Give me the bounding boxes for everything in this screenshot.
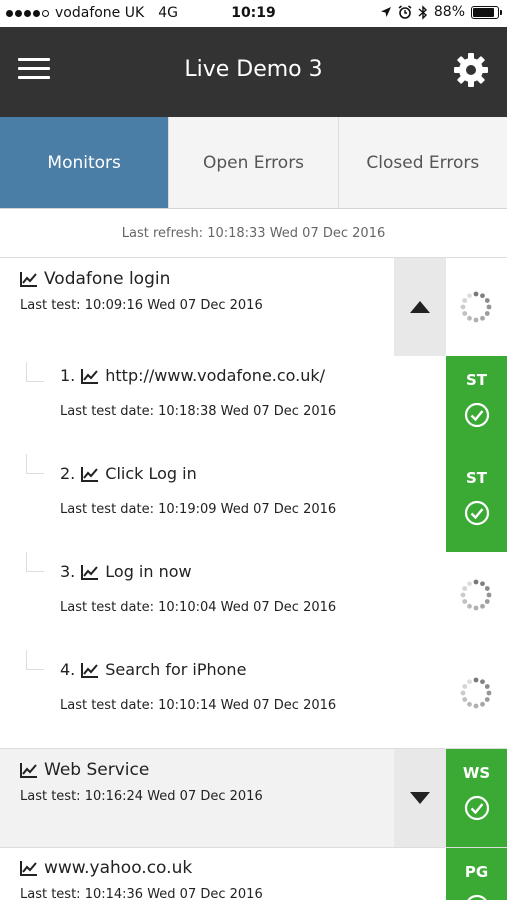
step-row[interactable]: 4. Search for iPhone Last test date: 10:1…	[0, 650, 446, 748]
chart-icon	[81, 466, 99, 482]
step-number: 4.	[60, 660, 76, 679]
chart-icon	[81, 662, 99, 678]
chart-icon	[20, 272, 37, 287]
chart-icon	[20, 763, 37, 778]
step-number: 2.	[60, 464, 76, 483]
check-circle-icon	[467, 894, 487, 900]
check-circle-icon	[464, 500, 490, 526]
monitor-status-badge[interactable]: WS	[446, 749, 507, 847]
monitor-last-test: Last test: 10:16:24 Wed 07 Dec 2016	[20, 789, 263, 804]
monitor-header[interactable]: Vodafone login Last test: 10:09:16 Wed 0…	[0, 258, 394, 356]
monitor-group-yahoo: www.yahoo.co.uk Last test: 10:14:36 Wed …	[0, 847, 507, 900]
check-circle-icon	[464, 402, 490, 428]
chart-icon	[81, 368, 99, 384]
step-status-badge[interactable]: ST	[446, 454, 507, 552]
monitor-name: Web Service	[44, 760, 150, 780]
tab-bar: Monitors Open Errors Closed Errors	[0, 117, 507, 209]
step-row[interactable]: 3. Log in now Last test date: 10:10:04 We…	[0, 552, 446, 650]
monitor-name: Vodafone login	[44, 269, 171, 289]
step-last-test-date: Last test date: 10:10:04 Wed 07 Dec 2016	[60, 600, 337, 615]
spinner-icon	[460, 291, 492, 323]
step-title: Click Log in	[105, 464, 197, 483]
gear-icon[interactable]	[451, 50, 491, 90]
tab-monitors[interactable]: Monitors	[0, 117, 169, 208]
step-number: 3.	[60, 562, 76, 581]
chevron-down-icon	[410, 792, 430, 804]
step-title: Search for iPhone	[105, 660, 247, 679]
monitor-header[interactable]: www.yahoo.co.uk Last test: 10:14:36 Wed …	[0, 848, 394, 900]
tab-open-errors[interactable]: Open Errors	[168, 117, 338, 208]
chevron-up-icon	[410, 301, 430, 313]
tab-closed-errors[interactable]: Closed Errors	[337, 117, 507, 208]
collapse-toggle[interactable]	[394, 258, 446, 356]
step-row[interactable]: 2. Click Log in Last test date: 10:19:09 …	[0, 454, 446, 552]
step-title: Log in now	[105, 562, 192, 581]
step-row[interactable]: 1. http://www.vodafone.co.uk/ Last test d…	[0, 356, 446, 454]
app-header: Live Demo 3	[0, 27, 507, 117]
alarm-icon	[398, 5, 412, 19]
step-last-test-date: Last test date: 10:18:38 Wed 07 Dec 2016	[60, 404, 337, 419]
monitor-header[interactable]: Web Service Last test: 10:16:24 Wed 07 D…	[0, 749, 394, 847]
check-circle-icon	[464, 795, 490, 821]
step-title: http://www.vodafone.co.uk/	[105, 366, 326, 385]
bluetooth-icon	[418, 4, 427, 20]
expand-toggle[interactable]	[394, 749, 446, 847]
monitor-status-badge[interactable]: PG	[446, 848, 507, 900]
step-status-badge[interactable]: ST	[446, 356, 507, 454]
status-bar: vodafone UK 4G 10:19 88%	[0, 0, 507, 27]
monitor-last-test: Last test: 10:14:36 Wed 07 Dec 2016	[20, 887, 263, 900]
step-number: 1.	[60, 366, 76, 385]
battery-percent: 88%	[433, 4, 465, 20]
monitor-name: www.yahoo.co.uk	[44, 858, 193, 878]
chart-icon	[20, 861, 37, 876]
spinner-icon	[460, 579, 492, 611]
monitor-group-web-service: Web Service Last test: 10:16:24 Wed 07 D…	[0, 748, 507, 847]
step-last-test-date: Last test date: 10:10:14 Wed 07 Dec 2016	[60, 698, 337, 713]
battery-icon	[471, 5, 502, 19]
location-arrow-icon	[380, 7, 391, 17]
monitor-group-vodafone-login: Vodafone login Last test: 10:09:16 Wed 0…	[0, 258, 507, 748]
spinner-icon	[460, 677, 492, 709]
last-refresh-text: Last refresh: 10:18:33 Wed 07 Dec 2016	[0, 209, 507, 258]
step-last-test-date: Last test date: 10:19:09 Wed 07 Dec 2016	[60, 502, 337, 517]
monitor-last-test: Last test: 10:09:16 Wed 07 Dec 2016	[20, 298, 263, 313]
chart-icon	[81, 564, 99, 580]
page-title: Live Demo 3	[184, 57, 323, 82]
